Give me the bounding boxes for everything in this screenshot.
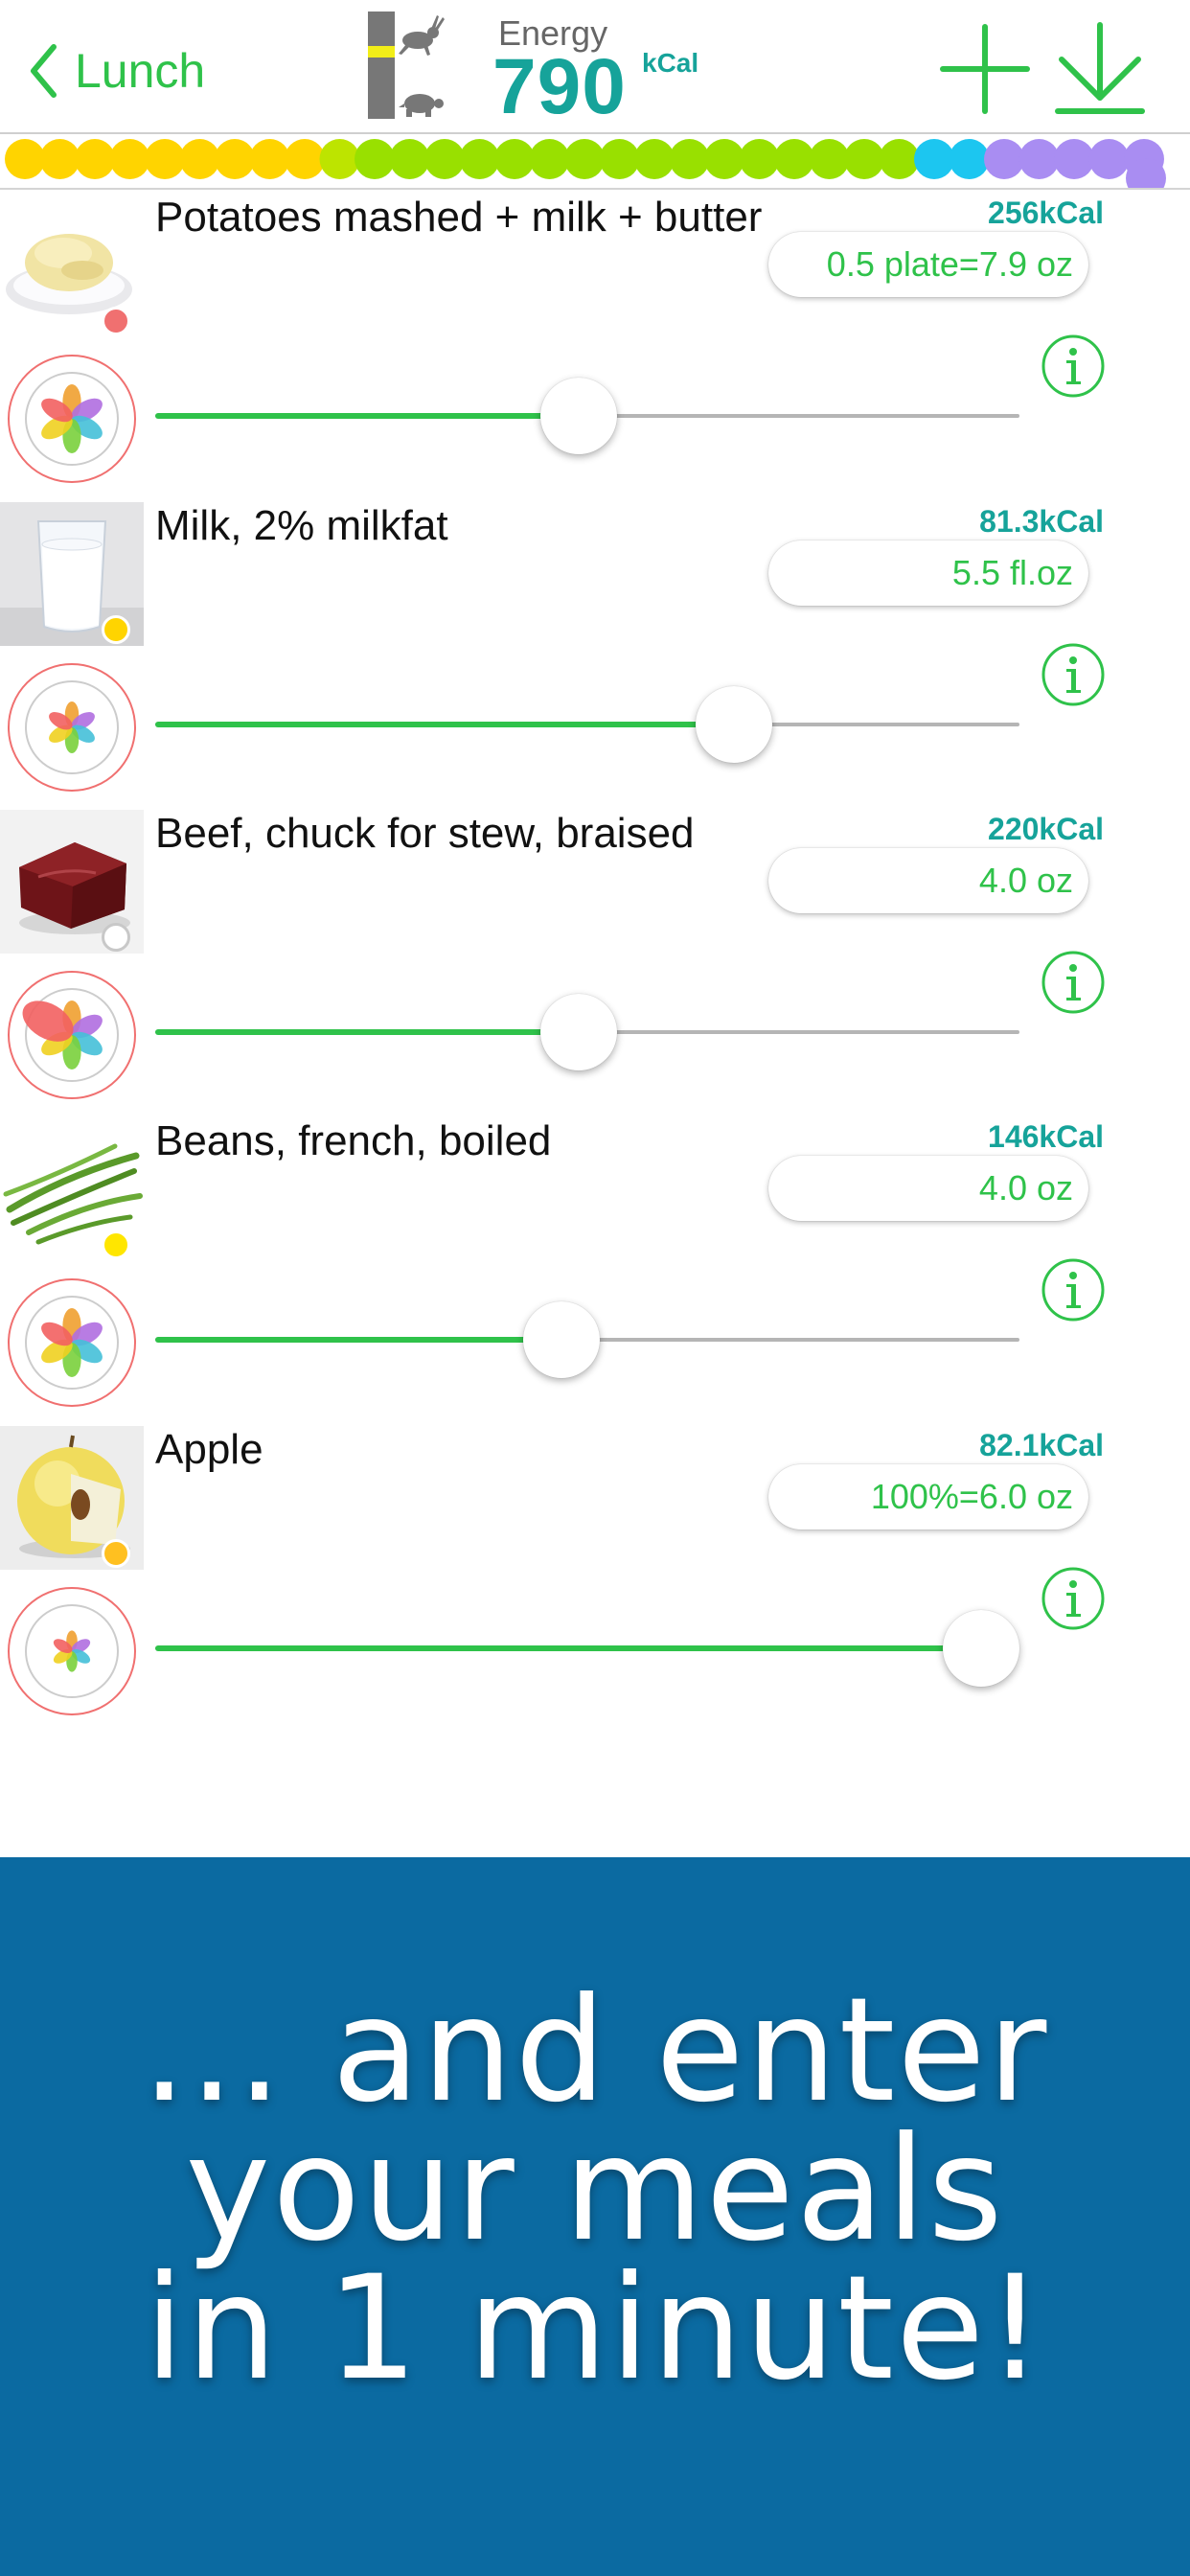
promo-banner: ... and enter your meals in 1 minute! [0, 1857, 1190, 2576]
balance-dot [949, 139, 990, 179]
balance-dot [424, 139, 465, 179]
portion-slider[interactable] [155, 378, 1019, 454]
food-name: Beef, chuck for stew, braised [155, 810, 695, 857]
food-row[interactable]: Beans, french, boiled 146kCal 4.0 oz [0, 1114, 1190, 1422]
balance-dot [5, 139, 45, 179]
slider-fill [155, 1029, 579, 1035]
food-row[interactable]: Apple 82.1kCal 100%=6.0 oz [0, 1422, 1190, 1731]
rabbit-icon [399, 15, 445, 56]
back-label: Lunch [75, 44, 206, 98]
info-icon[interactable] [1041, 950, 1106, 1015]
balance-dot [145, 139, 185, 179]
balance-dot [319, 139, 360, 179]
balance-dot [459, 139, 500, 179]
food-kcal: 146kCal [988, 1119, 1104, 1154]
info-icon[interactable] [1041, 334, 1106, 399]
nutrition-pie-icon[interactable] [6, 353, 138, 485]
slider-fill [155, 1645, 985, 1651]
balance-dot [914, 139, 954, 179]
portion-slider[interactable] [155, 686, 1019, 763]
chevron-left-icon [31, 44, 57, 98]
food-status-dot [102, 615, 130, 644]
balance-dot [739, 139, 780, 179]
header-bar: Lunch Energy 790 kCal [0, 0, 1190, 134]
turtle-icon [399, 94, 444, 117]
promo-line-3: in 1 minute! [144, 2245, 1046, 2412]
balance-dot [39, 139, 80, 179]
food-kcal: 256kCal [988, 196, 1104, 230]
promo-line-2: your meals [185, 2106, 1005, 2273]
balance-dot [634, 139, 675, 179]
food-status-dot [102, 923, 130, 952]
speed-gauge-icon [368, 12, 445, 119]
food-row[interactable]: Beef, chuck for stew, braised 220kCal 4.… [0, 806, 1190, 1115]
portion-field[interactable]: 4.0 oz [768, 1156, 1088, 1221]
balance-dot [215, 139, 255, 179]
balance-dot [809, 139, 850, 179]
food-row[interactable]: Milk, 2% milkfat 81.3kCal 5.5 fl.oz [0, 498, 1190, 807]
food-name: Beans, french, boiled [155, 1117, 552, 1164]
balance-dot [1018, 139, 1060, 179]
nutrition-pie-icon[interactable] [6, 969, 138, 1101]
balance-dot [599, 139, 640, 179]
balance-dot [355, 139, 395, 179]
energy-unit: kCal [642, 48, 699, 78]
balance-dot [285, 139, 325, 179]
food-status-dot [102, 307, 130, 335]
balance-dot [75, 139, 115, 179]
balance-dot [249, 139, 290, 179]
promo-text: ... and enter your meals in 1 minute! [0, 1967, 1190, 2412]
download-icon[interactable] [1054, 21, 1146, 117]
portion-field[interactable]: 5.5 fl.oz [768, 540, 1088, 606]
balance-dot [1054, 139, 1094, 179]
portion-field[interactable]: 0.5 plate=7.9 oz [768, 232, 1088, 297]
slider-knob[interactable] [943, 1610, 1019, 1687]
balance-dot [669, 139, 710, 179]
info-icon[interactable] [1041, 1257, 1106, 1322]
balance-dot [984, 139, 1024, 179]
food-name: Milk, 2% milkfat [155, 502, 448, 549]
food-kcal: 220kCal [988, 812, 1104, 846]
food-status-dot [102, 1539, 130, 1568]
slider-knob[interactable] [539, 378, 617, 454]
balance-dot [179, 139, 220, 179]
food-name: Apple [155, 1426, 263, 1473]
portion-slider[interactable] [155, 994, 1019, 1070]
nutrition-pie-icon[interactable] [6, 1276, 138, 1409]
food-name: Potatoes mashed + milk + butter [155, 194, 763, 241]
food-kcal: 81.3kCal [979, 504, 1104, 539]
balance-dot [704, 139, 744, 179]
portion-field[interactable]: 100%=6.0 oz [768, 1464, 1088, 1530]
nutrition-pie-icon[interactable] [6, 1585, 138, 1717]
meal-balance-dot-strip [5, 139, 1166, 188]
add-icon[interactable] [939, 23, 1031, 115]
slider-knob[interactable] [696, 686, 773, 763]
balance-dot [774, 139, 814, 179]
food-row[interactable]: Potatoes mashed + milk + butter 256kCal … [0, 190, 1190, 498]
info-icon[interactable] [1041, 642, 1106, 707]
portion-slider[interactable] [155, 1610, 1019, 1687]
balance-dot [1088, 139, 1130, 179]
nutrition-pie-icon[interactable] [6, 661, 138, 794]
slider-knob[interactable] [522, 1301, 600, 1378]
balance-dot [389, 139, 430, 179]
slider-fill [155, 722, 735, 727]
balance-dot [494, 139, 535, 179]
food-kcal: 82.1kCal [979, 1428, 1104, 1462]
balance-dot [529, 139, 570, 179]
slider-fill [155, 1337, 561, 1343]
back-button[interactable]: Lunch [29, 34, 205, 107]
balance-dot [109, 139, 150, 179]
portion-slider[interactable] [155, 1301, 1019, 1378]
portion-field[interactable]: 4.0 oz [768, 848, 1088, 913]
info-icon[interactable] [1041, 1566, 1106, 1631]
promo-line-1: ... and enter [141, 1967, 1049, 2134]
food-status-dot [102, 1230, 130, 1259]
slider-knob[interactable] [539, 994, 617, 1070]
balance-dot [844, 139, 884, 179]
balance-dot [564, 139, 605, 179]
balance-dot [879, 139, 920, 179]
energy-value: 790 [492, 43, 627, 130]
slider-fill [155, 413, 579, 419]
